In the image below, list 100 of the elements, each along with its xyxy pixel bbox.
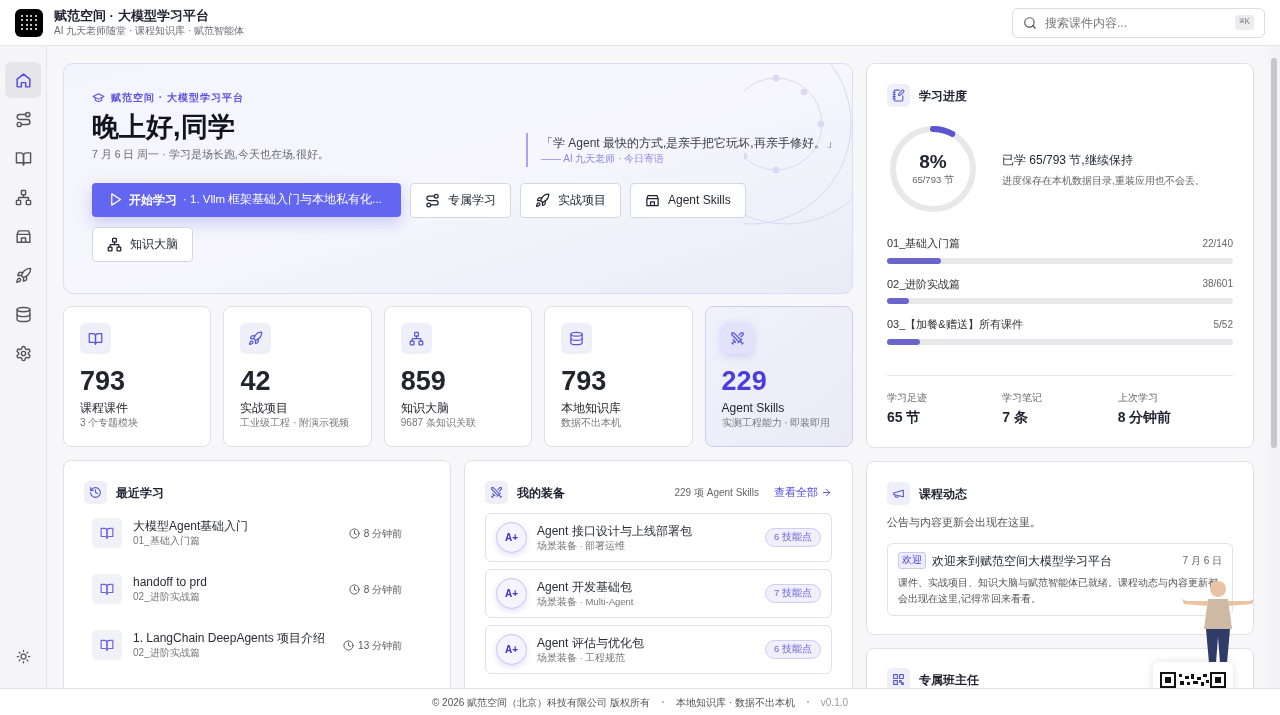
rocket-icon [248, 331, 264, 346]
network-icon [408, 331, 424, 346]
equipment-title: Agent 开发基础包 [537, 579, 633, 595]
store-icon [645, 192, 660, 208]
hero-subtitle: 7 月 6 日 周一 · 学习是场长跑,今天也在场,很好。 [92, 147, 329, 162]
stat-label: Agent Skills [721, 400, 786, 416]
clock-icon [348, 583, 360, 595]
stat-label: 知识大脑 [400, 400, 450, 416]
footer-text: 本地知识库 · 数据不出本机 [675, 695, 795, 710]
network-icon [107, 236, 122, 252]
play-icon [108, 192, 123, 208]
sidebar-item[interactable] [5, 62, 41, 98]
recent-item[interactable]: handoff to prd 02_进阶实战篇 8 分钟前 [92, 574, 430, 604]
database-icon [569, 331, 585, 346]
stat-note: 实测工程能力 · 即装即用 [721, 416, 832, 430]
summary-label: 学习足迹 [887, 390, 928, 405]
hero-button[interactable]: 专属学习 [410, 182, 511, 218]
logo-icon [15, 8, 43, 37]
quote-source: —— AI 九天老师 · 今日寄语 [541, 152, 666, 166]
grade-badge: A+ [496, 634, 527, 665]
swords-icon [490, 486, 503, 499]
equipment-item[interactable]: A+ Agent 开发基础包 场景装备 · Multi-Agent 7 技能点 [485, 569, 832, 618]
equipment-subtitle: 场景装备 · 工程规范 [537, 651, 627, 664]
book-icon [14, 149, 32, 167]
stat-card[interactable]: 793 课程课件 3 个专题模块 [63, 306, 212, 447]
book-icon [88, 331, 103, 346]
sun-icon [15, 648, 31, 664]
stat-card[interactable]: 229 Agent Skills 实测工程能力 · 即装即用 [704, 306, 853, 447]
recent-title: handoff to prd [133, 574, 207, 590]
course-name: 03_【加餐&赠送】所有课件 [887, 317, 1023, 332]
stat-card[interactable]: 793 本地知识库 数据不出本机 [544, 306, 693, 447]
news-description: 公告与内容更新会出现在这里。 [887, 515, 1042, 530]
rocket-icon [14, 266, 32, 284]
recent-category: 02_进阶实战篇 [133, 590, 201, 604]
view-all-link[interactable]: 查看全部 [774, 484, 832, 501]
stat-note: 工业级工程 · 附演示视频 [240, 416, 351, 430]
hero-button[interactable]: Agent Skills [630, 182, 746, 218]
skill-points-badge: 7 技能点 [765, 584, 821, 603]
progress-percent: 8% [919, 150, 947, 173]
qr-icon [892, 673, 905, 686]
progress-note: 进度保存在本机数据目录,重装应用也不会丢。 [1002, 173, 1205, 188]
network-icon [14, 188, 32, 206]
book-icon [100, 582, 114, 596]
course-name: 02_进阶实战篇 [887, 276, 961, 292]
app-subtitle: AI 九天老师随堂 · 课程知识库 · 赋范智能体 [54, 23, 244, 38]
stat-card[interactable]: 42 实战项目 工业级工程 · 附演示视频 [223, 306, 372, 447]
stat-value: 229 [721, 365, 768, 398]
start-learning-button[interactable]: 开始学习 · 1. Vllm 框架基础入门与本地私有化... [92, 182, 401, 217]
summary-value: 8 分钟前 [1117, 407, 1173, 427]
store-icon [14, 227, 32, 245]
hero-button[interactable]: 知识大脑 [92, 226, 193, 262]
recent-time: 8 分钟前 [363, 526, 402, 541]
progress-count: 65/793 节 [912, 172, 954, 187]
clock-icon [343, 639, 355, 651]
notebook-pen-icon [892, 89, 905, 102]
equipment-item[interactable]: A+ Agent 评估与优化包 场景装备 · 工程规范 6 技能点 [485, 625, 832, 674]
database-icon [14, 305, 32, 323]
arrow-right-icon [821, 487, 832, 498]
news-date: 7 月 6 日 [1182, 554, 1222, 568]
megaphone-icon [892, 487, 905, 500]
stat-value: 42 [240, 365, 272, 398]
summary-value: 7 条 [1002, 407, 1029, 427]
recent-category: 01_基础入门篇 [133, 534, 201, 548]
graduation-cap-icon [92, 91, 105, 104]
recent-time: 13 分钟前 [358, 638, 402, 653]
stat-label: 课程课件 [80, 400, 129, 416]
course-count: 38/601 [1202, 277, 1233, 292]
equipment-title: Agent 评估与优化包 [537, 635, 644, 651]
app-title: 赋范空间 · 大模型学习平台 [54, 7, 210, 24]
home-icon [14, 71, 32, 89]
recent-title: 大模型Agent基础入门 [133, 518, 249, 534]
card-title: 学习进度 [919, 87, 967, 105]
stat-value: 793 [561, 365, 608, 398]
news-tag: 欢迎 [898, 552, 926, 569]
grade-badge: A+ [496, 578, 527, 609]
clock-icon [348, 527, 360, 539]
equipment-item[interactable]: A+ Agent 接口设计与上线部署包 场景装备 · 部署运维 6 技能点 [485, 513, 832, 562]
hero-greeting: 晚上好,同学 [92, 111, 235, 144]
search-input[interactable]: 搜索课件内容... [1045, 13, 1228, 32]
rocket-icon [535, 192, 550, 208]
settings-icon [14, 344, 32, 362]
quote-text: 「学 Agent 最快的方式,是亲手把它玩坏,再亲手修好。」 [541, 135, 838, 152]
skills-count: 229 项 Agent Skills [674, 486, 759, 500]
card-title: 专属班主任 [919, 671, 979, 688]
skill-points-badge: 6 技能点 [765, 640, 821, 659]
recent-time: 8 分钟前 [363, 582, 402, 597]
recent-item[interactable]: 大模型Agent基础入门 01_基础入门篇 8 分钟前 [92, 518, 430, 548]
stat-value: 859 [400, 365, 447, 398]
news-title: 欢迎来到赋范空间大模型学习平台 [932, 552, 1112, 570]
hero-button[interactable]: 实战项目 [520, 182, 621, 218]
stat-card[interactable]: 859 知识大脑 9687 条知识关联 [383, 306, 533, 447]
shortcut-key: ⌘K [1235, 14, 1254, 31]
hero-eyebrow: 赋范空间 · 大模型学习平台 [111, 91, 244, 105]
footer-text: © 2026 赋范空间（北京）科技有限公司 版权所有 [431, 695, 650, 710]
card-title: 我的装备 [517, 484, 565, 502]
course-count: 5/52 [1213, 317, 1233, 332]
progress-headline: 已学 65/793 节,继续保持 [1002, 151, 1134, 169]
stat-note: 9687 条知识关联 [400, 416, 477, 430]
card-title: 课程动态 [919, 485, 967, 503]
recent-item[interactable]: 1. LangChain DeepAgents 项目介绍 02_进阶实战篇 13 分钟前 [92, 630, 430, 660]
